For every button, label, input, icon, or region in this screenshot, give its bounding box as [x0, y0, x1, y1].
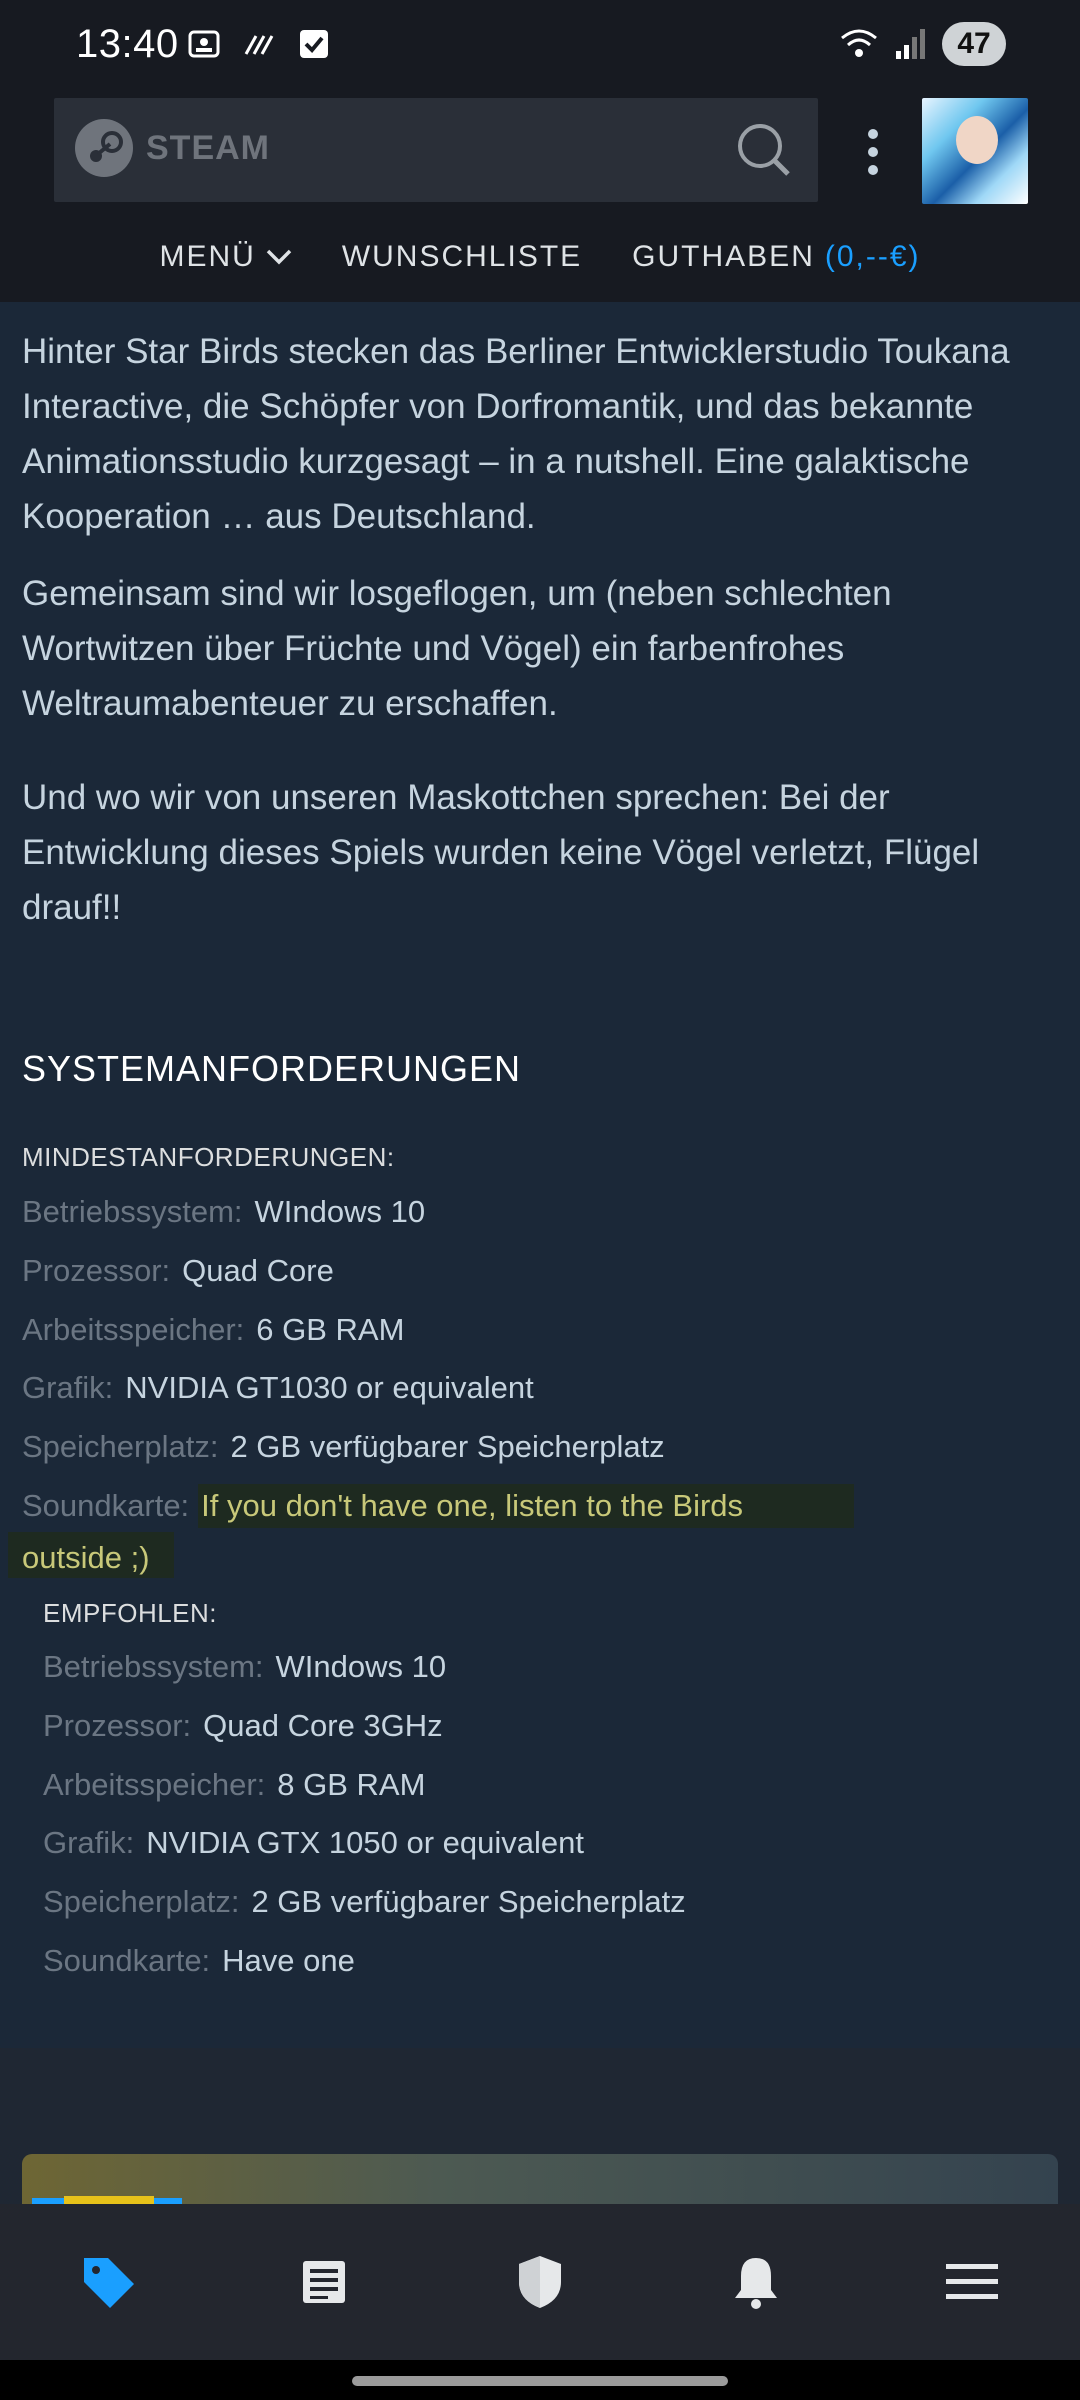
min-row-ram: Arbeitsspeicher: 6 GB RAM	[22, 1310, 404, 1350]
rec-storage-value: 2 GB verfügbarer Speicherplatz	[251, 1884, 686, 1919]
rec-sound-value: Have one	[222, 1943, 355, 1978]
rec-os-value: WIndows 10	[275, 1649, 447, 1684]
min-sound-value-line1: If you don't have one, listen to the Bir…	[201, 1488, 744, 1523]
gesture-bar	[0, 2360, 1080, 2400]
min-row-cpu: Prozessor: Quad Core	[22, 1251, 334, 1291]
min-os-value: WIndows 10	[254, 1194, 426, 1229]
status-time: 13:40	[76, 22, 179, 66]
steam-logo: STEAM	[74, 118, 270, 178]
nav-menu-label: MENÜ	[159, 240, 256, 273]
rec-row-cpu: Prozessor: Quad Core 3GHz	[43, 1706, 443, 1746]
min-cpu-key: Prozessor:	[22, 1253, 171, 1288]
nav-wallet[interactable]: GUTHABEN (0,--€)	[632, 232, 920, 282]
app-header: STEAM MENÜ WUNSCHLISTE GUTHABEN (0,--€)	[0, 92, 1080, 302]
status-bar: 13:40 47	[0, 0, 1080, 92]
home-gesture-pill[interactable]	[352, 2376, 728, 2386]
steam-logo-icon	[75, 119, 133, 177]
nav-menu[interactable]: MENÜ	[159, 232, 292, 282]
rec-row-ram: Arbeitsspeicher: 8 GB RAM	[43, 1765, 425, 1805]
rec-row-gpu: Grafik: NVIDIA GTX 1050 or equivalent	[43, 1823, 584, 1863]
min-gpu-key: Grafik:	[22, 1370, 114, 1405]
bottom-nav-notifications[interactable]	[648, 2204, 864, 2360]
min-row-sound: Soundkarte: If you don't have one, listen…	[22, 1486, 743, 1526]
bell-icon	[735, 2258, 777, 2309]
bottom-nav	[0, 2204, 1080, 2360]
header-nav: MENÜ WUNSCHLISTE GUTHABEN (0,--€)	[0, 232, 1080, 282]
game-page-content: Hinter Star Birds stecken das Berliner E…	[0, 302, 1080, 2048]
sysreq-title: SYSTEMANFORDERUNGEN	[22, 1048, 522, 1089]
rec-row-sound: Soundkarte: Have one	[43, 1941, 355, 1981]
chevron-down-icon	[266, 249, 292, 265]
min-row-gpu: Grafik: NVIDIA GT1030 or equivalent	[22, 1368, 534, 1408]
min-gpu-value: NVIDIA GT1030 or equivalent	[125, 1370, 534, 1405]
card-progress-highlight	[64, 2196, 154, 2204]
news-icon	[303, 2261, 345, 2303]
bottom-nav-news[interactable]	[216, 2204, 432, 2360]
menu-icon	[946, 2264, 998, 2299]
bottom-nav-store[interactable]	[0, 2204, 216, 2360]
more-options-icon[interactable]	[858, 122, 888, 182]
rec-storage-key: Speicherplatz:	[43, 1884, 240, 1919]
rec-gpu-key: Grafik:	[43, 1825, 135, 1860]
rec-ram-key: Arbeitsspeicher:	[43, 1767, 266, 1802]
min-row-os: Betriebssystem: WIndows 10	[22, 1192, 425, 1232]
rec-cpu-value: Quad Core 3GHz	[203, 1708, 443, 1743]
min-ram-value: 6 GB RAM	[256, 1312, 405, 1347]
bottom-nav-security[interactable]	[432, 2204, 648, 2360]
store-tag-icon	[84, 2258, 134, 2308]
data-saver-icon	[244, 35, 274, 55]
screenshot-icon	[188, 30, 220, 58]
min-sound-value-line2: outside ;)	[22, 1540, 150, 1575]
rec-row-storage: Speicherplatz: 2 GB verfügbarer Speicherp…	[43, 1882, 686, 1922]
rec-os-key: Betriebssystem:	[43, 1649, 264, 1684]
rec-cpu-key: Prozessor:	[43, 1708, 192, 1743]
description-paragraph-1: Hinter Star Birds stecken das Berliner E…	[22, 332, 1010, 536]
description-paragraph-2: Gemeinsam sind wir losgeflogen, um (nebe…	[22, 574, 892, 723]
search-bar[interactable]: STEAM	[54, 98, 818, 202]
rec-ram-value: 8 GB RAM	[277, 1767, 426, 1802]
nav-wallet-label: GUTHABEN	[632, 240, 815, 273]
signal-icon	[896, 29, 925, 59]
shield-icon	[519, 2256, 561, 2308]
bottom-nav-menu[interactable]	[864, 2204, 1080, 2360]
recommended-heading: EMPFOHLEN:	[43, 1598, 218, 1628]
min-row-storage: Speicherplatz: 2 GB verfügbarer Speicherp…	[22, 1427, 665, 1467]
steam-wordmark: STEAM	[146, 128, 270, 167]
nav-wishlist[interactable]: WUNSCHLISTE	[342, 232, 582, 282]
rec-sound-key: Soundkarte:	[43, 1943, 211, 1978]
rec-row-os: Betriebssystem: WIndows 10	[43, 1647, 446, 1687]
min-os-key: Betriebssystem:	[22, 1194, 243, 1229]
min-storage-key: Speicherplatz:	[22, 1429, 219, 1464]
min-sound-key: Soundkarte:	[22, 1488, 190, 1523]
checkbox-notification-icon	[300, 30, 328, 58]
wifi-icon	[841, 29, 877, 57]
status-notification-icons	[186, 26, 330, 62]
search-icon[interactable]	[734, 120, 794, 180]
min-ram-key: Arbeitsspeicher:	[22, 1312, 245, 1347]
description-paragraph-3: Und wo wir von unseren Maskottchen sprec…	[22, 778, 980, 927]
user-avatar[interactable]	[922, 98, 1028, 204]
min-cpu-value: Quad Core	[182, 1253, 334, 1288]
rec-gpu-value: NVIDIA GTX 1050 or equivalent	[146, 1825, 584, 1860]
battery-indicator: 47	[942, 22, 1006, 66]
minimum-heading: MINDESTANFORDERUNGEN:	[22, 1142, 395, 1172]
nav-wallet-amount: (0,--€)	[824, 240, 921, 273]
status-system-icons: 47	[838, 22, 1006, 66]
min-storage-value: 2 GB verfügbarer Speicherplatz	[230, 1429, 665, 1464]
